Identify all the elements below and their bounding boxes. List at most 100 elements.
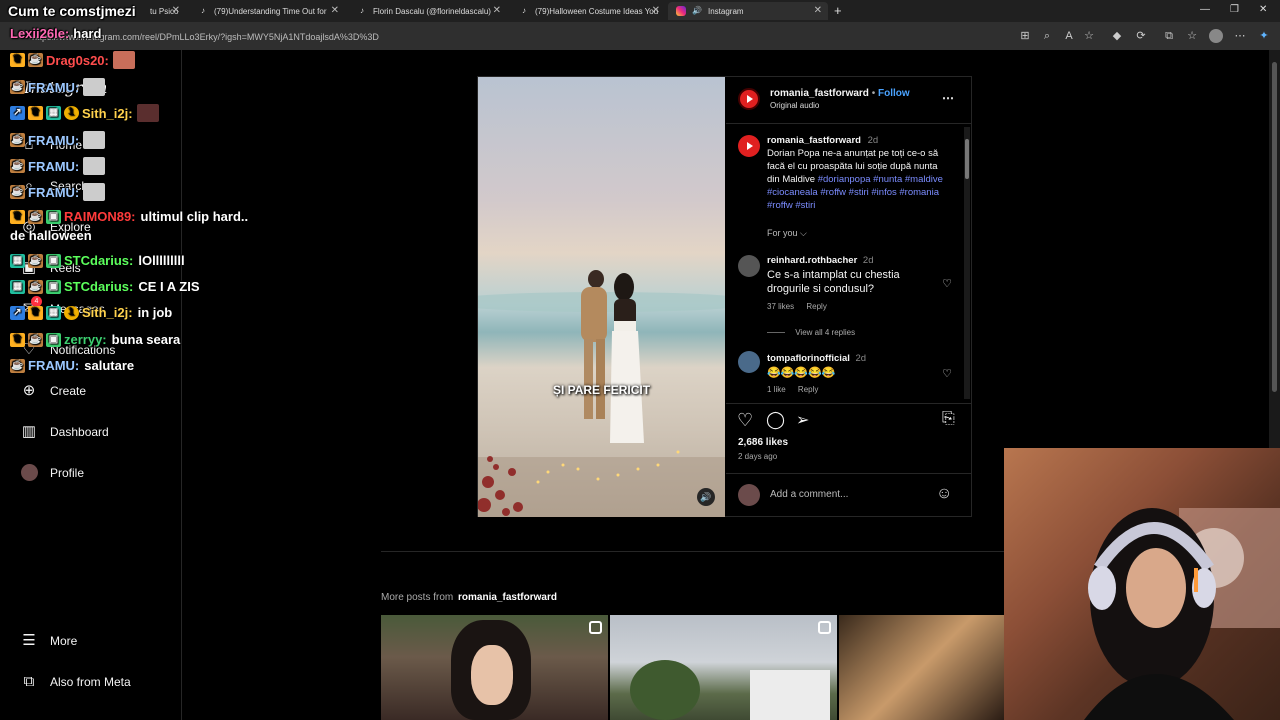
close-icon[interactable]: ✕ — [493, 5, 501, 16]
split-icon[interactable]: ⧉ — [1162, 29, 1176, 43]
close-icon[interactable]: ✕ — [652, 5, 660, 16]
comment-user[interactable]: tompaflorinofficial — [767, 353, 850, 364]
browser-tab-active[interactable]: 🔊 Instagram ✕ — [668, 2, 828, 20]
for-you-label: For you — [767, 228, 798, 238]
comment-likes[interactable]: 37 likes — [767, 302, 794, 311]
for-you-dropdown[interactable]: For you ⌵ — [767, 228, 807, 239]
reel-icon — [589, 621, 602, 634]
extension-icon[interactable]: ◆ — [1110, 29, 1124, 43]
collections-icon[interactable]: ☆ — [1185, 29, 1199, 43]
comment-avatar[interactable] — [738, 351, 760, 373]
reply-button[interactable]: Reply — [798, 385, 818, 394]
sidebar-item-profile[interactable]: Profile — [20, 464, 84, 482]
minimize-icon[interactable]: — — [1200, 4, 1210, 15]
browser-tab-bar: ♪ tu Psico ✕ ♪ (79)Understanding Time Ou… — [0, 0, 1280, 22]
more-icon[interactable]: ⋯ — [1233, 29, 1247, 43]
comment-user[interactable]: reinhard.rothbacher — [767, 255, 857, 266]
refresh-icon[interactable]: ⟳ — [1134, 29, 1148, 43]
zoom-icon[interactable]: ⌕ — [1040, 29, 1054, 43]
hashtags[interactable]: #dorianpopa #nunta — [818, 174, 903, 185]
comment-like-icon[interactable]: ♡ — [942, 277, 952, 290]
follow-button[interactable]: Follow — [878, 88, 910, 99]
reply-button[interactable]: Reply — [806, 302, 826, 311]
close-window-icon[interactable]: ✕ — [1259, 4, 1267, 15]
sidebar-item-more[interactable]: ☰ More — [20, 632, 77, 650]
close-icon[interactable]: ✕ — [172, 5, 180, 16]
caption-avatar[interactable] — [738, 135, 760, 157]
more-posts-heading: More posts from romania_fastforward — [381, 592, 557, 603]
chat-line: ▦ ☕ ▣ STCdarius: lOlllllllll — [10, 253, 185, 268]
crown-badge-icon: ♛ — [10, 53, 25, 67]
app-icon[interactable]: ⊞ — [1018, 29, 1032, 43]
more-post-thumbnail[interactable] — [610, 615, 837, 720]
mug-badge-icon: ☕ — [28, 279, 43, 294]
volume-icon[interactable]: 🔊 — [697, 488, 715, 506]
comments-scrollbar[interactable] — [964, 127, 970, 399]
scrollbar-thumb[interactable] — [965, 139, 969, 179]
chat-line: ▦ ☕ ▣ STCdarius: CE I A ZIS — [10, 279, 200, 294]
sidebar-item-create[interactable]: ⊕ Create — [20, 382, 86, 400]
comment-likes[interactable]: 1 like — [767, 385, 786, 394]
chat-line: ☕ FRAMU: — [10, 78, 106, 96]
reel-post: ȘI PARE FERICIT 🔊 romania_fastforward • … — [477, 76, 972, 517]
likes-count[interactable]: 2,686 likes — [738, 437, 788, 448]
chat-message: de halloween — [10, 228, 92, 243]
close-icon[interactable]: ✕ — [814, 5, 822, 16]
browser-tab[interactable]: ♪ (79)Halloween Costume Ideas You ✕ — [511, 2, 666, 20]
copilot-icon[interactable]: ✦ — [1257, 29, 1271, 43]
chat-user: Sith_i2j: — [82, 105, 133, 121]
scrollbar-thumb[interactable] — [1272, 62, 1277, 392]
chat-user: Cum te comstjmezi — [8, 3, 136, 19]
chat-line: de halloween — [10, 228, 92, 243]
more-options-icon[interactable]: ⋯ — [942, 91, 954, 105]
meta-icon: ⧉ — [23, 673, 35, 690]
profile-avatar[interactable] — [1209, 29, 1223, 43]
tab-label: Florin Dascalu (@florineldascalu) — [373, 6, 491, 16]
save-icon[interactable]: ⎘ — [942, 410, 955, 428]
robot-badge-icon: ▣ — [46, 332, 61, 347]
comment-text: Ce s-a intamplat cu chestia drogurile si… — [767, 269, 900, 295]
chat-user: FRAMU: — [28, 158, 80, 174]
audio-label[interactable]: Original audio — [770, 101, 819, 110]
chat-message: ultimul clip hard.. — [140, 209, 249, 224]
page-scrollbar[interactable] — [1269, 50, 1280, 448]
caption-time: 2d — [867, 135, 879, 146]
plus-icon: ⊕ — [22, 382, 36, 399]
maximize-icon[interactable]: ❐ — [1230, 4, 1239, 15]
new-tab-icon[interactable]: + — [834, 3, 842, 18]
emoji-icon[interactable]: ☺ — [936, 485, 952, 503]
post-author[interactable]: romania_fastforward — [770, 88, 869, 99]
comment-time: 2d — [862, 255, 874, 266]
share-icon[interactable]: ➢ — [796, 410, 809, 430]
comment-avatar[interactable] — [738, 255, 760, 277]
browser-tab[interactable]: ♪ Florin Dascalu (@florineldascalu) ✕ — [349, 2, 507, 20]
close-icon[interactable]: ✕ — [331, 5, 339, 16]
chat-user: Lexii26le: — [10, 26, 70, 41]
sidebar-item-dashboard[interactable]: ▥ Dashboard — [20, 423, 109, 441]
more-post-thumbnail[interactable] — [381, 615, 608, 720]
more-post-thumbnail[interactable] — [839, 615, 1004, 720]
chat-line: ☕ FRAMU: — [10, 183, 106, 201]
sidebar-item-also-from-meta[interactable]: ⧉ Also from Meta — [20, 673, 131, 691]
browser-tab[interactable]: ♪ (79)Understanding Time Out for ✕ — [190, 2, 345, 20]
caption-author[interactable]: romania_fastforward — [767, 135, 861, 146]
comment-input[interactable]: Add a comment... — [770, 489, 930, 500]
author-avatar[interactable] — [738, 88, 760, 110]
like-icon[interactable]: ♡ — [737, 410, 753, 431]
chat-message: salutare — [84, 358, 135, 373]
reel-video[interactable]: ȘI PARE FERICIT 🔊 — [478, 77, 725, 517]
favorite-icon[interactable]: ☆ — [1082, 29, 1096, 43]
read-aloud-icon[interactable]: A — [1062, 29, 1076, 43]
view-replies[interactable]: View all 4 replies — [767, 328, 855, 337]
robot-badge-icon: ▣ — [46, 253, 61, 268]
comment-like-icon[interactable]: ♡ — [942, 367, 952, 380]
more-posts-author[interactable]: romania_fastforward — [458, 592, 557, 603]
comment-icon[interactable]: ◯ — [766, 410, 785, 430]
chat-user: zerryy: — [64, 332, 107, 347]
address-bar[interactable]: https://www.instagram.com/reel/DPmLLo3Er… — [10, 28, 1010, 46]
speaker-icon[interactable]: 🔊 — [692, 6, 702, 16]
chat-user: FRAMU: — [28, 132, 80, 148]
comment-meta: 1 like Reply — [767, 385, 937, 394]
post-author-row: romania_fastforward • Follow — [770, 88, 910, 99]
chat-line: ☕ FRAMU: salutare — [10, 358, 134, 373]
